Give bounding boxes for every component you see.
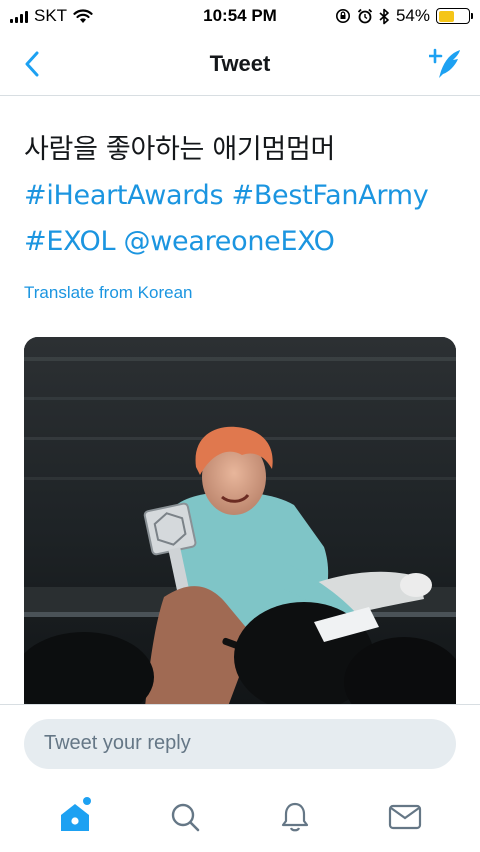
hashtag-link[interactable]: #iHeartAwards	[24, 180, 224, 211]
tab-notifications[interactable]	[265, 787, 325, 847]
navigation-bar: Tweet	[0, 32, 480, 96]
status-bar: SKT 10:54 PM 54%	[0, 0, 480, 32]
compose-tweet-button[interactable]	[426, 44, 466, 84]
battery-fill	[438, 10, 455, 22]
battery-percent: 54%	[395, 6, 430, 25]
reply-input[interactable]: Tweet your reply	[24, 718, 456, 769]
compose-tweet-icon	[429, 48, 460, 78]
wifi-icon	[73, 8, 93, 23]
envelope-icon	[388, 804, 422, 830]
back-button[interactable]	[16, 48, 48, 80]
chevron-left-icon	[25, 51, 39, 77]
mention-link[interactable]: @weareoneEXO	[124, 226, 335, 257]
status-bar-left: SKT	[10, 6, 93, 26]
tweet-detail: 사람을 좋아하는 애기멈멈머 #iHeartAwards #BestFanArm…	[0, 97, 480, 303]
tab-home[interactable]	[45, 787, 105, 847]
tweet-text: 사람을 좋아하는 애기멈멈머 #iHeartAwards #BestFanArm…	[24, 127, 456, 265]
tweet-media-gif[interactable]	[24, 337, 456, 717]
tab-search[interactable]	[155, 787, 215, 847]
screen-rotation-lock-icon	[335, 9, 350, 23]
reply-placeholder: Tweet your reply	[44, 732, 191, 754]
alarm-icon	[357, 8, 373, 24]
tab-bar	[0, 782, 480, 852]
page-title: Tweet	[209, 50, 271, 76]
media-image	[24, 337, 456, 717]
carrier-label: SKT	[34, 6, 68, 25]
battery-icon	[436, 8, 473, 24]
home-notification-dot	[83, 797, 91, 805]
hashtag-link[interactable]: #EXOL	[24, 226, 116, 257]
tweet-text-korean: 사람을 좋아하는 애기멈멈머	[24, 134, 336, 165]
tab-messages[interactable]	[375, 787, 435, 847]
tweet-tags-line: #EXOL @weareoneEXO	[24, 219, 456, 265]
status-bar-right: 54%	[335, 6, 473, 26]
bell-icon	[281, 802, 309, 832]
reply-bar: Tweet your reply	[0, 704, 480, 782]
bluetooth-icon	[379, 8, 389, 24]
hashtag-link[interactable]: #BestFanArmy	[232, 180, 429, 211]
home-icon	[61, 804, 89, 831]
search-icon	[171, 803, 200, 832]
signal-strength-icon	[10, 10, 28, 23]
tweet-hashtags-line: #iHeartAwards #BestFanArmy	[24, 173, 456, 219]
translate-link[interactable]: Translate from Korean	[24, 283, 456, 303]
